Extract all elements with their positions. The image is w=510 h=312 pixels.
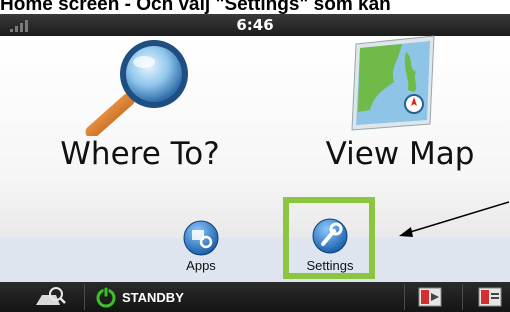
- map-icon: [351, 35, 435, 131]
- caption-tail: som kan: [308, 0, 391, 15]
- apps-gear-icon: [183, 220, 219, 256]
- magnifier-icon: [85, 40, 188, 136]
- bottom-strip: [0, 238, 510, 282]
- view-map-button[interactable]: View Map: [300, 35, 500, 196]
- view-map-label: View Map: [325, 136, 475, 172]
- bottom-bar: STANDBY: [0, 282, 510, 312]
- media-card-icon[interactable]: [478, 287, 502, 307]
- arrow-annotation-icon: [399, 201, 510, 237]
- where-to-button[interactable]: Where To?: [40, 36, 240, 196]
- where-to-label: Where To?: [60, 136, 220, 172]
- apps-button[interactable]: Apps: [177, 218, 225, 278]
- power-icon[interactable]: [94, 285, 118, 309]
- apps-label: Apps: [186, 258, 216, 273]
- caption-text: - Och välj: [119, 0, 216, 15]
- vehicle-search-icon[interactable]: [34, 285, 68, 309]
- caption-bold-lead: Home screen: [0, 0, 120, 15]
- settings-highlight-box: [283, 197, 375, 279]
- caption-bold-settings: "Settings": [215, 0, 309, 15]
- standby-label[interactable]: STANDBY: [122, 290, 184, 305]
- media-play-icon[interactable]: [418, 287, 442, 307]
